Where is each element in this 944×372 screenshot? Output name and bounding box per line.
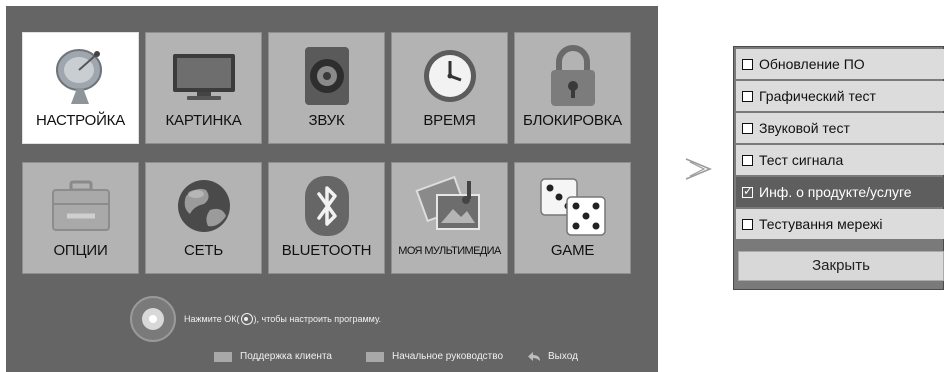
tile-lock[interactable]: БЛОКИРОВКА	[514, 32, 631, 144]
toolbox-icon	[23, 173, 138, 239]
dice-icon	[515, 173, 630, 239]
footer-guide[interactable]: Начальное руководство	[366, 351, 503, 362]
service-menu-popup: Обновление ПО Графический тест Звуковой …	[733, 46, 944, 290]
checkbox-icon	[742, 122, 753, 134]
clock-icon	[392, 43, 507, 109]
speaker-icon	[269, 43, 384, 109]
ok-glyph-icon	[240, 313, 253, 325]
tile-label: ОПЦИИ	[53, 242, 108, 259]
tile-settings[interactable]: НАСТРОЙКА	[22, 32, 139, 144]
option-sound-test[interactable]: Звуковой тест	[736, 113, 944, 143]
ok-hint-text: Нажмите ОК( ), чтобы настроить программу…	[184, 313, 382, 325]
tile-options[interactable]: ОПЦИИ	[22, 162, 139, 274]
close-button[interactable]: Закрыть	[738, 251, 944, 281]
footer-exit[interactable]: Выход	[528, 351, 578, 362]
option-signal-test[interactable]: Тест сигнала	[736, 145, 944, 175]
globe-icon	[146, 173, 261, 239]
tile-label: BLUETOOTH	[281, 242, 372, 259]
padlock-icon	[515, 43, 630, 109]
tile-sound[interactable]: ЗВУК	[268, 32, 385, 144]
tile-game[interactable]: GAME	[514, 162, 631, 274]
tile-time[interactable]: ВРЕМЯ	[391, 32, 508, 144]
tile-label: БЛОКИРОВКА	[523, 112, 622, 129]
tile-label: ЗВУК	[308, 112, 345, 129]
tile-label: МОЯ МУЛЬТИМЕДИА	[398, 245, 501, 257]
tile-my-media[interactable]: МОЯ МУЛЬТИМЕДИА	[391, 162, 508, 274]
tile-picture[interactable]: КАРТИНКА	[145, 32, 262, 144]
tile-label: КАРТИНКА	[165, 112, 242, 129]
ok-hint: Нажмите ОК( ), чтобы настроить программу…	[130, 296, 381, 342]
tile-label: GAME	[550, 242, 595, 259]
option-product-info[interactable]: ✓ Инф. о продукте/услуге	[736, 177, 944, 207]
option-picture-test[interactable]: Графический тест	[736, 81, 944, 111]
option-network-test[interactable]: Тестування мережі	[736, 209, 944, 239]
checkbox-icon	[742, 154, 753, 166]
option-software-update[interactable]: Обновление ПО	[736, 49, 944, 79]
tv-monitor-icon	[146, 43, 261, 109]
tile-label: НАСТРОЙКА	[35, 112, 126, 129]
tile-network[interactable]: СЕТЬ	[145, 162, 262, 274]
bluetooth-icon	[269, 173, 384, 239]
gray-key-icon	[366, 351, 384, 362]
footer-support[interactable]: Поддержка клиента	[214, 351, 332, 362]
tile-label: СЕТЬ	[183, 242, 224, 259]
tile-label: ВРЕМЯ	[423, 112, 476, 129]
photos-icon	[392, 173, 507, 239]
gray-key-icon	[214, 351, 232, 362]
tile-bluetooth[interactable]: BLUETOOTH	[268, 162, 385, 274]
checkbox-icon	[742, 90, 753, 102]
ok-button-icon	[130, 296, 176, 342]
chevron-right-icon	[685, 158, 712, 180]
checkbox-icon	[742, 218, 753, 230]
checkbox-icon	[742, 58, 753, 70]
checkbox-checked-icon: ✓	[742, 183, 754, 198]
tv-main-menu: НАСТРОЙКА КАРТИНКА ЗВУК ВРЕМЯ БЛОКИРОВКА…	[6, 6, 658, 372]
back-arrow-icon	[528, 351, 540, 361]
satellite-dish-icon	[23, 43, 138, 109]
